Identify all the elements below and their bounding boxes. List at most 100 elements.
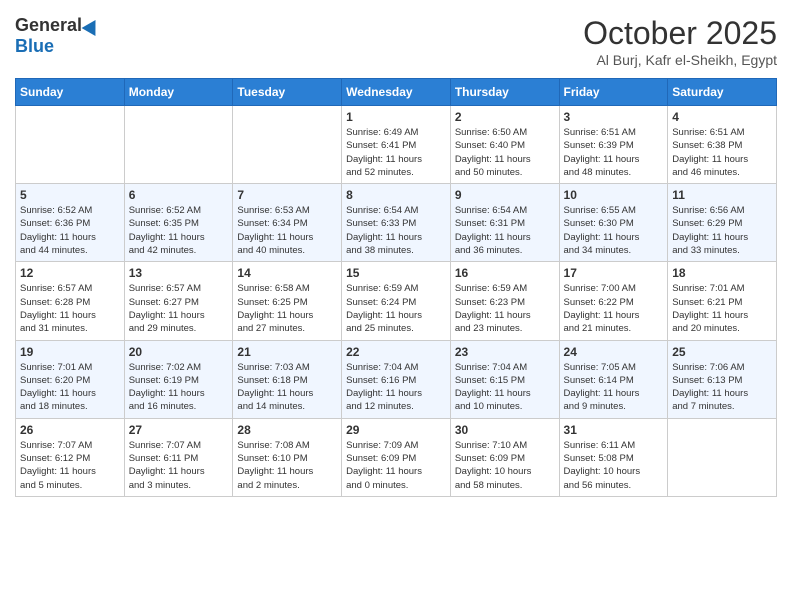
day-number: 29 bbox=[346, 423, 446, 437]
day-number: 10 bbox=[564, 188, 664, 202]
day-number: 11 bbox=[672, 188, 772, 202]
day-info: Sunrise: 7:08 AM Sunset: 6:10 PM Dayligh… bbox=[237, 439, 337, 492]
calendar-cell: 7Sunrise: 6:53 AM Sunset: 6:34 PM Daylig… bbox=[233, 184, 342, 262]
day-number: 23 bbox=[455, 345, 555, 359]
day-info: Sunrise: 6:51 AM Sunset: 6:38 PM Dayligh… bbox=[672, 126, 772, 179]
calendar-cell: 14 Sunrise: 6:58 AM Sunset: 6:25 PM Dayli… bbox=[233, 262, 342, 340]
title-block: October 2025 Al Burj, Kafr el-Sheikh, Eg… bbox=[583, 15, 777, 68]
day-info: Sunrise: 7:05 AM Sunset: 6:14 PM Dayligh… bbox=[564, 361, 664, 414]
logo-blue-text: Blue bbox=[15, 36, 54, 57]
day-info: Sunrise: 7:01 AM Sunset: 6:21 PM Dayligh… bbox=[672, 282, 772, 335]
calendar-cell: 22 Sunrise: 7:04 AM Sunset: 6:16 PM Dayli… bbox=[342, 340, 451, 418]
page-header: General Blue October 2025 Al Burj, Kafr … bbox=[15, 15, 777, 68]
day-info: Sunrise: 6:53 AM Sunset: 6:34 PM Dayligh… bbox=[237, 204, 337, 257]
day-info: Sunrise: 7:03 AM Sunset: 6:18 PM Dayligh… bbox=[237, 361, 337, 414]
day-number: 8 bbox=[346, 188, 446, 202]
day-info: Sunrise: 6:57 AM Sunset: 6:28 PM Dayligh… bbox=[20, 282, 120, 335]
calendar-cell bbox=[16, 106, 125, 184]
day-info: Sunrise: 6:56 AM Sunset: 6:29 PM Dayligh… bbox=[672, 204, 772, 257]
day-number: 20 bbox=[129, 345, 229, 359]
calendar-cell: 2 Sunrise: 6:50 AM Sunset: 6:40 PM Daylig… bbox=[450, 106, 559, 184]
day-info: Sunrise: 7:00 AM Sunset: 6:22 PM Dayligh… bbox=[564, 282, 664, 335]
day-number: 12 bbox=[20, 266, 120, 280]
day-info: Sunrise: 7:02 AM Sunset: 6:19 PM Dayligh… bbox=[129, 361, 229, 414]
day-number: 28 bbox=[237, 423, 337, 437]
day-number: 30 bbox=[455, 423, 555, 437]
weekday-header: Monday bbox=[124, 79, 233, 106]
calendar-cell: 1 Sunrise: 6:49 AM Sunset: 6:41 PM Daylig… bbox=[342, 106, 451, 184]
day-info: Sunrise: 6:51 AM Sunset: 6:39 PM Dayligh… bbox=[564, 126, 664, 179]
weekday-header: Sunday bbox=[16, 79, 125, 106]
calendar-cell: 21 Sunrise: 7:03 AM Sunset: 6:18 PM Dayli… bbox=[233, 340, 342, 418]
day-number: 17 bbox=[564, 266, 664, 280]
calendar-cell: 9 Sunrise: 6:54 AM Sunset: 6:31 PM Daylig… bbox=[450, 184, 559, 262]
calendar-cell: 16 Sunrise: 6:59 AM Sunset: 6:23 PM Dayli… bbox=[450, 262, 559, 340]
day-number: 21 bbox=[237, 345, 337, 359]
day-info: Sunrise: 6:54 AM Sunset: 6:33 PM Dayligh… bbox=[346, 204, 446, 257]
calendar-cell: 18 Sunrise: 7:01 AM Sunset: 6:21 PM Dayli… bbox=[668, 262, 777, 340]
weekday-header: Saturday bbox=[668, 79, 777, 106]
day-info: Sunrise: 7:07 AM Sunset: 6:12 PM Dayligh… bbox=[20, 439, 120, 492]
calendar-cell: 30 Sunrise: 7:10 AM Sunset: 6:09 PM Dayli… bbox=[450, 418, 559, 496]
day-info: Sunrise: 6:11 AM Sunset: 5:08 PM Dayligh… bbox=[564, 439, 664, 492]
calendar-table: SundayMondayTuesdayWednesdayThursdayFrid… bbox=[15, 78, 777, 497]
calendar-week-row: 1 Sunrise: 6:49 AM Sunset: 6:41 PM Daylig… bbox=[16, 106, 777, 184]
day-number: 25 bbox=[672, 345, 772, 359]
day-info: Sunrise: 6:58 AM Sunset: 6:25 PM Dayligh… bbox=[237, 282, 337, 335]
calendar-cell: 13 Sunrise: 6:57 AM Sunset: 6:27 PM Dayli… bbox=[124, 262, 233, 340]
logo-general-text: General bbox=[15, 15, 82, 36]
logo-triangle-icon bbox=[82, 15, 103, 35]
day-number: 24 bbox=[564, 345, 664, 359]
day-info: Sunrise: 6:59 AM Sunset: 6:24 PM Dayligh… bbox=[346, 282, 446, 335]
day-number: 13 bbox=[129, 266, 229, 280]
day-info: Sunrise: 6:59 AM Sunset: 6:23 PM Dayligh… bbox=[455, 282, 555, 335]
weekday-header-row: SundayMondayTuesdayWednesdayThursdayFrid… bbox=[16, 79, 777, 106]
day-number: 6 bbox=[129, 188, 229, 202]
calendar-cell: 28 Sunrise: 7:08 AM Sunset: 6:10 PM Dayli… bbox=[233, 418, 342, 496]
calendar-cell: 15Sunrise: 6:59 AM Sunset: 6:24 PM Dayli… bbox=[342, 262, 451, 340]
calendar-week-row: 26 Sunrise: 7:07 AM Sunset: 6:12 PM Dayli… bbox=[16, 418, 777, 496]
day-info: Sunrise: 6:52 AM Sunset: 6:35 PM Dayligh… bbox=[129, 204, 229, 257]
day-number: 3 bbox=[564, 110, 664, 124]
day-number: 1 bbox=[346, 110, 446, 124]
day-number: 31 bbox=[564, 423, 664, 437]
calendar-week-row: 19 Sunrise: 7:01 AM Sunset: 6:20 PM Dayli… bbox=[16, 340, 777, 418]
calendar-cell bbox=[124, 106, 233, 184]
day-info: Sunrise: 7:06 AM Sunset: 6:13 PM Dayligh… bbox=[672, 361, 772, 414]
day-info: Sunrise: 7:04 AM Sunset: 6:15 PM Dayligh… bbox=[455, 361, 555, 414]
weekday-header: Wednesday bbox=[342, 79, 451, 106]
calendar-cell: 23 Sunrise: 7:04 AM Sunset: 6:15 PM Dayli… bbox=[450, 340, 559, 418]
calendar-week-row: 12 Sunrise: 6:57 AM Sunset: 6:28 PM Dayli… bbox=[16, 262, 777, 340]
calendar-cell: 26 Sunrise: 7:07 AM Sunset: 6:12 PM Dayli… bbox=[16, 418, 125, 496]
location-text: Al Burj, Kafr el-Sheikh, Egypt bbox=[583, 52, 777, 68]
day-number: 2 bbox=[455, 110, 555, 124]
calendar-cell: 6 Sunrise: 6:52 AM Sunset: 6:35 PM Daylig… bbox=[124, 184, 233, 262]
calendar-cell bbox=[668, 418, 777, 496]
day-info: Sunrise: 6:54 AM Sunset: 6:31 PM Dayligh… bbox=[455, 204, 555, 257]
logo: General Blue bbox=[15, 15, 100, 57]
day-number: 26 bbox=[20, 423, 120, 437]
day-number: 22 bbox=[346, 345, 446, 359]
day-info: Sunrise: 6:49 AM Sunset: 6:41 PM Dayligh… bbox=[346, 126, 446, 179]
day-info: Sunrise: 7:07 AM Sunset: 6:11 PM Dayligh… bbox=[129, 439, 229, 492]
day-info: Sunrise: 7:01 AM Sunset: 6:20 PM Dayligh… bbox=[20, 361, 120, 414]
weekday-header: Thursday bbox=[450, 79, 559, 106]
calendar-cell: 29 Sunrise: 7:09 AM Sunset: 6:09 PM Dayli… bbox=[342, 418, 451, 496]
calendar-cell: 4Sunrise: 6:51 AM Sunset: 6:38 PM Daylig… bbox=[668, 106, 777, 184]
day-info: Sunrise: 6:57 AM Sunset: 6:27 PM Dayligh… bbox=[129, 282, 229, 335]
calendar-week-row: 5Sunrise: 6:52 AM Sunset: 6:36 PM Daylig… bbox=[16, 184, 777, 262]
day-number: 14 bbox=[237, 266, 337, 280]
calendar-cell: 11 Sunrise: 6:56 AM Sunset: 6:29 PM Dayli… bbox=[668, 184, 777, 262]
day-number: 18 bbox=[672, 266, 772, 280]
day-number: 16 bbox=[455, 266, 555, 280]
calendar-cell bbox=[233, 106, 342, 184]
day-number: 9 bbox=[455, 188, 555, 202]
calendar-cell: 24 Sunrise: 7:05 AM Sunset: 6:14 PM Dayli… bbox=[559, 340, 668, 418]
day-number: 19 bbox=[20, 345, 120, 359]
day-info: Sunrise: 6:50 AM Sunset: 6:40 PM Dayligh… bbox=[455, 126, 555, 179]
calendar-cell: 5Sunrise: 6:52 AM Sunset: 6:36 PM Daylig… bbox=[16, 184, 125, 262]
calendar-cell: 31 Sunrise: 6:11 AM Sunset: 5:08 PM Dayli… bbox=[559, 418, 668, 496]
day-info: Sunrise: 7:10 AM Sunset: 6:09 PM Dayligh… bbox=[455, 439, 555, 492]
day-info: Sunrise: 7:04 AM Sunset: 6:16 PM Dayligh… bbox=[346, 361, 446, 414]
day-info: Sunrise: 7:09 AM Sunset: 6:09 PM Dayligh… bbox=[346, 439, 446, 492]
